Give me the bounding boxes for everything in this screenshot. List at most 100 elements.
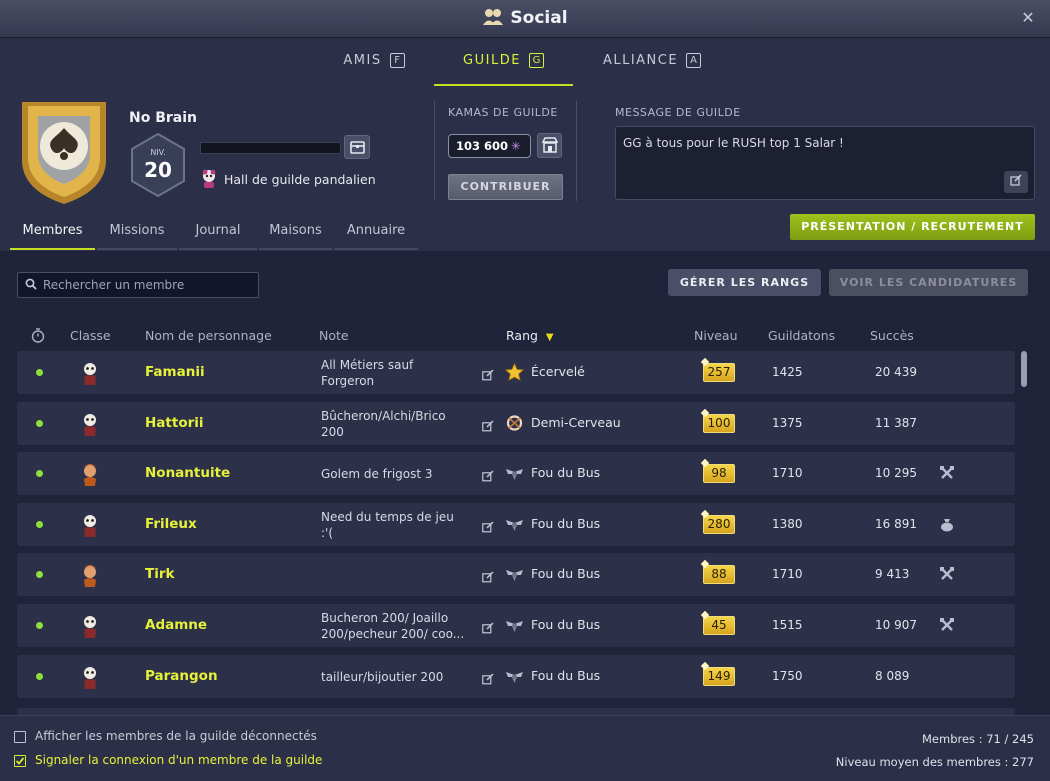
tab-key-a: A: [686, 53, 702, 68]
column-class[interactable]: Classe: [70, 328, 111, 343]
table-row[interactable]: Tirk Fou du Bus 88 1710 9 413: [17, 553, 1015, 597]
tab-amis[interactable]: AMIS F: [314, 38, 434, 86]
crossed-tools-icon: [939, 566, 955, 582]
subtab-missions[interactable]: Missions: [97, 216, 177, 250]
class-avatar-icon: [77, 613, 103, 639]
member-note: Bucheron 200/ Joaillo 200/pecheur 200/ co…: [321, 611, 465, 641]
column-level[interactable]: Niveau: [694, 328, 738, 343]
member-level-badge: 149: [703, 666, 735, 686]
view-applications-button[interactable]: VOIR LES CANDIDATURES: [829, 269, 1028, 296]
member-guildatons: 1515: [772, 618, 803, 632]
column-note[interactable]: Note: [319, 328, 349, 343]
column-rank[interactable]: Rang ▼: [506, 328, 554, 343]
timer-icon[interactable]: [31, 328, 45, 343]
tab-guilde[interactable]: GUILDE G: [434, 38, 573, 86]
panda-icon: [202, 169, 216, 188]
member-rank: Fou du Bus: [531, 566, 601, 582]
member-name[interactable]: Hattorii: [145, 415, 204, 431]
class-avatar-icon: [77, 562, 103, 588]
manage-ranks-button[interactable]: GÉRER LES RANGS: [668, 269, 821, 296]
contribute-button[interactable]: CONTRIBUER: [448, 174, 563, 200]
guild-level-badge: NIV. 20: [129, 132, 187, 198]
message-label: MESSAGE DE GUILDE: [615, 106, 741, 119]
window-title: Social: [510, 8, 568, 28]
table-row[interactable]: Hattorii Bûcheron/Alchi/Brico 200 Demi-Cerv…: [17, 401, 1015, 445]
average-level: Niveau moyen des membres : 277: [835, 755, 1034, 769]
member-level-badge: 280: [703, 514, 735, 534]
column-name[interactable]: Nom de personnage: [145, 328, 272, 343]
social-icon: [483, 9, 504, 25]
member-success: 9 413: [875, 567, 910, 582]
subtab-maisons[interactable]: Maisons: [259, 216, 332, 250]
member-name[interactable]: Frileux: [145, 516, 197, 532]
column-guildatons[interactable]: Guildatons: [768, 328, 835, 343]
wings-icon: [505, 616, 524, 634]
crossed-tools-icon: [939, 617, 955, 633]
members-panel: Rechercher un membre GÉRER LES RANGS VOI…: [0, 251, 1050, 715]
search-input[interactable]: Rechercher un membre: [17, 272, 259, 298]
table-row[interactable]: Adamne Bucheron 200/ Joaillo 200/pecheur 2…: [17, 604, 1015, 647]
level-label: NIV.: [150, 148, 166, 157]
divider: [434, 101, 435, 201]
member-name[interactable]: Famanii: [145, 364, 205, 380]
recruitment-button[interactable]: PRÉSENTATION / RECRUTEMENT: [790, 214, 1035, 240]
subtab-journal[interactable]: Journal: [179, 216, 257, 250]
member-name[interactable]: Nonantuite: [145, 465, 230, 481]
member-success: 20 439: [875, 365, 917, 379]
show-offline-checkbox[interactable]: [14, 731, 26, 743]
member-guildatons: 1750: [772, 668, 803, 683]
edit-message-button[interactable]: [1004, 171, 1028, 193]
table-row[interactable]: Nonantuite Golem de frigost 3 Fou du Bus 98…: [17, 452, 1015, 496]
guild-bank-button[interactable]: [344, 135, 370, 159]
edit-note-icon[interactable]: [482, 518, 494, 533]
tab-alliance[interactable]: ALLIANCE A: [573, 38, 731, 86]
member-rank: Fou du Bus: [531, 667, 601, 683]
member-rank: Écervelé: [531, 364, 585, 379]
edit-note-icon[interactable]: [482, 568, 494, 583]
table-row[interactable]: Parangon tailleur/bijoutier 200 Fou du Bus…: [17, 654, 1015, 698]
chest-icon: [350, 141, 365, 154]
wings-icon: [505, 464, 524, 482]
member-guildatons: 1380: [772, 516, 803, 531]
scrollbar[interactable]: [1021, 351, 1027, 387]
subtab-annuaire[interactable]: Annuaire: [334, 216, 418, 250]
edit-note-icon[interactable]: [482, 619, 494, 634]
title-bar: Social ✕: [0, 0, 1050, 38]
edit-note-icon[interactable]: [482, 467, 494, 482]
edit-note-icon[interactable]: [482, 366, 494, 381]
guild-emblem-icon: [22, 102, 106, 204]
member-guildatons: 1375: [772, 415, 803, 430]
kamas-shop-button[interactable]: [537, 133, 562, 158]
member-name[interactable]: Tirk: [145, 566, 174, 582]
notify-login-checkbox[interactable]: [14, 755, 26, 767]
online-status-icon: [36, 369, 43, 376]
column-success[interactable]: Succès: [870, 328, 914, 343]
guild-hall[interactable]: Hall de guilde pandalien: [200, 169, 376, 189]
edit-note-icon[interactable]: [482, 670, 494, 684]
level-value: 20: [144, 158, 172, 182]
class-avatar-icon: [77, 512, 103, 538]
member-level-badge: 45: [703, 616, 735, 635]
close-icon[interactable]: ✕: [1018, 8, 1038, 28]
member-success: 10 907: [875, 618, 917, 632]
member-rank: Fou du Bus: [531, 465, 601, 481]
wings-icon: [505, 667, 524, 685]
table-row[interactable]: Famanii All Métiers sauf Forgeron Écervelé 2…: [17, 351, 1015, 394]
online-status-icon: [36, 520, 43, 528]
member-name[interactable]: Parangon: [145, 668, 218, 684]
edit-note-icon[interactable]: [482, 417, 494, 431]
online-status-icon: [36, 419, 43, 427]
crossed-tools-icon: [939, 465, 955, 481]
member-name[interactable]: Adamne: [145, 617, 207, 633]
member-success: 8 089: [875, 668, 910, 683]
class-avatar-icon: [77, 411, 103, 437]
class-avatar-icon: [77, 461, 103, 487]
table-row[interactable]: Frileux Need du temps de jeu:'(Fou du Bus…: [17, 502, 1015, 546]
member-rank: Fou du Bus: [531, 617, 601, 632]
member-note: tailleur/bijoutier 200: [321, 669, 444, 684]
tab-key-g: G: [528, 53, 544, 68]
shop-icon: [541, 137, 559, 153]
guild-name: No Brain: [129, 110, 197, 126]
bag-icon: [939, 516, 955, 532]
subtab-membres[interactable]: Membres: [10, 216, 95, 250]
